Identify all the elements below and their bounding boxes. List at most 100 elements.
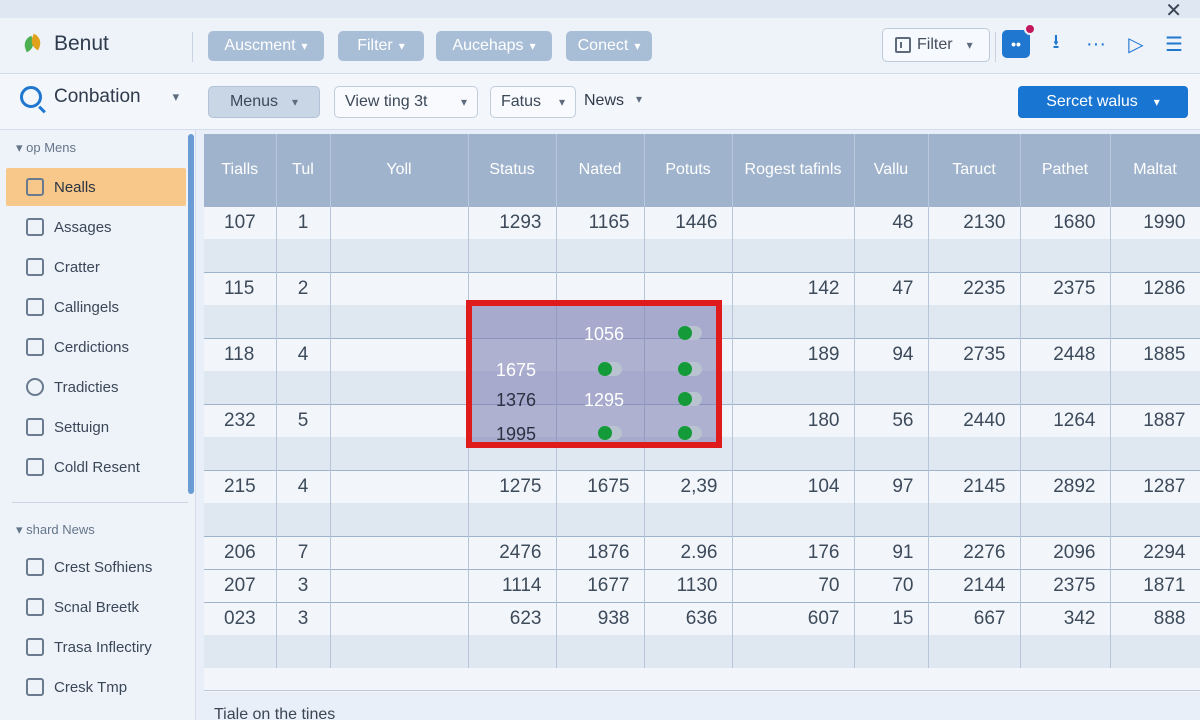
sidebar-item-crest-sofhiens[interactable]: Crest Sofhiens	[6, 548, 186, 586]
table-cell: 107	[204, 205, 277, 239]
table-cell: 607	[732, 601, 855, 635]
table-cell: 5	[276, 403, 331, 437]
toggle-switch[interactable]	[678, 392, 702, 406]
table-cell: 1165	[556, 205, 645, 239]
play-icon[interactable]: ▷	[1122, 30, 1150, 58]
selection-highlight[interactable]: 1056 1675 1376 1295 1995	[466, 300, 722, 448]
table-cell: 2735	[928, 337, 1021, 371]
table-cell	[204, 635, 277, 668]
column-header[interactable]: Tul	[276, 134, 331, 206]
table-cell: 70	[854, 568, 929, 602]
table-row[interactable]: 023 3 623 938 636 607 15 667 342 888	[204, 601, 1200, 635]
table-cell: 623	[468, 601, 557, 635]
column-header[interactable]: Status	[468, 134, 557, 206]
column-header[interactable]: Taruct	[928, 134, 1021, 206]
sidebar-item-nealls[interactable]: Nealls	[6, 168, 186, 206]
conect-menu-button[interactable]: Conect ▾	[566, 31, 652, 61]
table-cell: 1114	[468, 568, 557, 602]
menus-dropdown[interactable]: Menus ▾	[208, 86, 320, 118]
table-cell	[468, 503, 557, 536]
toggle-switch[interactable]	[598, 362, 622, 376]
news-dropdown[interactable]: News ▾	[584, 92, 642, 110]
more-icon[interactable]: ···	[1082, 30, 1110, 58]
toggle-switch[interactable]	[598, 426, 622, 440]
toggle-switch[interactable]	[678, 362, 702, 376]
message-icon[interactable]: ••	[1002, 23, 1036, 58]
sidebar-item-cresk-tmp[interactable]: Cresk Tmp	[6, 668, 186, 706]
column-header[interactable]: Rogest tafinls	[732, 134, 855, 206]
auscment-menu-button[interactable]: Auscment ▾	[208, 31, 324, 61]
aucehaps-menu-button[interactable]: Aucehaps ▾	[436, 31, 552, 61]
select-values-button[interactable]: Sercet walus ▾	[1018, 86, 1188, 118]
table-cell	[276, 371, 331, 404]
table-cell	[854, 437, 929, 470]
table-cell	[644, 635, 733, 668]
table-cell	[854, 305, 929, 338]
app-brand[interactable]: Benut	[21, 32, 109, 56]
table-cell	[330, 205, 469, 239]
column-header[interactable]: Vallu	[854, 134, 929, 206]
table-cell	[276, 239, 331, 272]
table-cell	[1020, 371, 1111, 404]
chevron-down-icon: ▾	[634, 39, 641, 53]
sidebar-section-header[interactable]: ▾ shard News	[16, 522, 95, 538]
user-icon	[26, 178, 44, 196]
table-cell: 56	[854, 403, 929, 437]
table-cell	[330, 535, 469, 569]
sidebar-item-cerdictions[interactable]: Cerdictions	[6, 328, 186, 366]
table-cell	[854, 503, 929, 536]
table-cell	[330, 305, 469, 338]
document-icon	[26, 298, 44, 316]
column-header[interactable]: Maltat	[1110, 134, 1200, 206]
sidebar-item-scnal-breetk[interactable]: Scnal Breetk	[6, 588, 186, 626]
list-icon[interactable]: ☰	[1160, 30, 1188, 58]
toggle-switch[interactable]	[678, 326, 702, 340]
table-cell: 4	[276, 469, 331, 503]
sidebar-item-assages[interactable]: Assages	[6, 208, 186, 246]
table-subrow	[204, 239, 1200, 272]
sidebar-item-tradicties[interactable]: Tradicties	[6, 368, 186, 406]
table-row[interactable]: 206 7 2476 1876 2.96 176 91 2276 2096 2294	[204, 535, 1200, 569]
sidebar-item-trasa-inflectiry[interactable]: Trasa Inflectiry	[6, 628, 186, 666]
folder-icon	[26, 338, 44, 356]
column-header[interactable]: Yoll	[330, 134, 469, 206]
sidebar-item-settuign[interactable]: Settuign	[6, 408, 186, 446]
table-cell	[556, 635, 645, 668]
table-cell: 7	[276, 535, 331, 569]
table-cell	[732, 239, 855, 272]
column-header[interactable]: Nated	[556, 134, 645, 206]
filter-menu-button[interactable]: Filter ▾	[338, 31, 424, 61]
column-header[interactable]: Pathet	[1020, 134, 1111, 206]
table-cell	[330, 239, 469, 272]
search-selector[interactable]: Conbation ▾	[20, 86, 179, 108]
panel-icon	[26, 558, 44, 576]
column-header[interactable]: Potuts	[644, 134, 733, 206]
table-cell: 2144	[928, 568, 1021, 602]
toggle-switch[interactable]	[678, 426, 702, 440]
column-header[interactable]: Tialls	[204, 134, 277, 206]
table-cell	[276, 437, 331, 470]
chevron-down-icon: ▾	[966, 38, 973, 52]
chat-icon	[26, 378, 44, 396]
sidebar-item-cratter[interactable]: Cratter	[6, 248, 186, 286]
sidebar-section-header[interactable]: ▾ op Mens	[16, 140, 76, 156]
table-cell	[276, 503, 331, 536]
table-cell: 1871	[1110, 568, 1200, 602]
sidebar-item-coldl-resent[interactable]: Coldl Resent	[6, 448, 186, 486]
sidebar-scrollbar[interactable]	[188, 134, 194, 494]
view-dropdown[interactable]: View ting 3t ▾	[334, 86, 478, 118]
table-cell: 1677	[556, 568, 645, 602]
table-row[interactable]: 107 1 1293 1165 1446 48 2130 1680 1990	[204, 205, 1200, 239]
table-cell	[1020, 239, 1111, 272]
filter-dropdown[interactable]: Filter ▾	[882, 28, 990, 62]
highlight-value: 1376	[496, 390, 537, 410]
table-row[interactable]: 215 4 1275 1675 2,39 104 97 2145 2892 1287	[204, 469, 1200, 503]
fatus-dropdown[interactable]: Fatus ▾	[490, 86, 576, 118]
sidebar-divider	[12, 502, 188, 503]
sidebar-item-callingels[interactable]: Callingels	[6, 288, 186, 326]
table-cell: 94	[854, 337, 929, 371]
table-cell: 176	[732, 535, 855, 569]
download-icon[interactable]: ⭳	[1042, 30, 1070, 58]
secondary-toolbar: Conbation ▾ Menus ▾ View ting 3t ▾ Fatus ▾ …	[0, 74, 1200, 130]
table-row[interactable]: 207 3 1114 1677 1130 70 70 2144 2375 1871	[204, 568, 1200, 602]
